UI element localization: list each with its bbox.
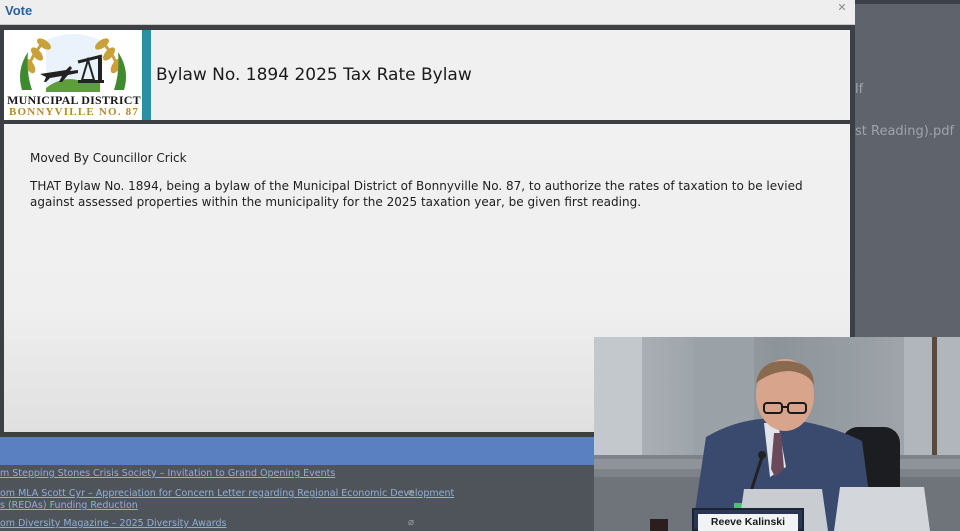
bylaw-title-panel: MUNICIPAL DISTRICT BONNYVILLE NO. 87 Byl… [4, 30, 850, 120]
paperclip-icon: ⌀ [408, 517, 415, 528]
logo-text: BONNYVILLE NO. 87 [8, 106, 140, 118]
paperclip-icon: ⌀ [408, 487, 415, 498]
bylaw-title: Bylaw No. 1894 2025 Tax Rate Bylaw [156, 65, 472, 85]
municipal-logo: MUNICIPAL DISTRICT BONNYVILLE NO. 87 [4, 30, 142, 120]
video-frame-icon [594, 337, 960, 531]
video-feed: Reeve Kalinski [594, 337, 960, 531]
logo-emblem-icon [20, 34, 126, 92]
modal-header: Vote ✕ [0, 0, 855, 25]
attachment-link[interactable]: st Reading).pdf [855, 124, 954, 139]
agenda-item-link[interactable]: om Diversity Magazine – 2025 Diversity A… [0, 518, 226, 529]
vote-status-bar [0, 437, 595, 465]
agenda-list: m Stepping Stones Crisis Society – Invit… [0, 465, 595, 531]
motion-text: THAT Bylaw No. 1894, being a bylaw of th… [30, 179, 803, 209]
agenda-item-link[interactable]: om MLA Scott Cyr – Appreciation for Conc… [0, 488, 454, 499]
nameplate-text: Reeve Kalinski [698, 514, 798, 531]
agenda-item-link[interactable]: s (REDAs) Funding Reduction [0, 500, 138, 511]
close-icon[interactable]: ✕ [836, 2, 848, 14]
agenda-side-panel-bar [855, 0, 960, 4]
nameplate: Reeve Kalinski [692, 508, 804, 531]
moved-by-text: Moved By Councillor Crick [30, 151, 187, 165]
agenda-item-link[interactable]: m Stepping Stones Crisis Society – Invit… [0, 468, 335, 479]
modal-title: Vote [5, 3, 33, 18]
attachment-link[interactable]: lf [855, 82, 863, 97]
logo-accent-strip [142, 30, 151, 120]
